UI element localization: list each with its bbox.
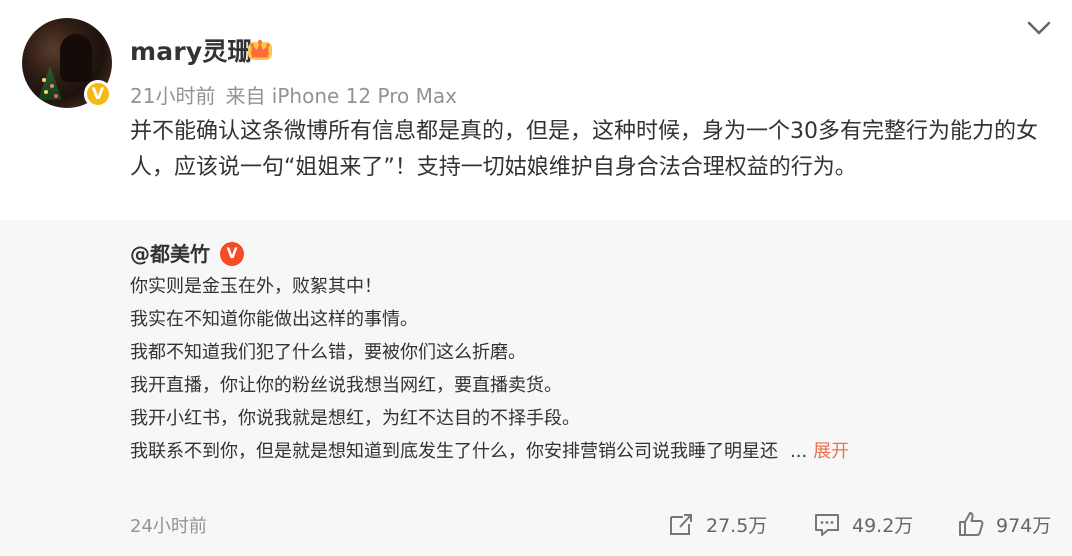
post-meta: 21小时前 来自 iPhone 12 Pro Max (130, 80, 467, 109)
repost-line-last: 我联系不到你，但是就是想知道到底发生了什么，你安排营销公司说我睡了明星还... 展… (130, 435, 1030, 468)
repost-time[interactable]: 24小时前 (130, 512, 207, 538)
post-source: 来自 iPhone 12 Pro Max (225, 84, 457, 108)
repost-line: 我都不知道我们犯了什么错，要被你们这么折磨。 (130, 342, 526, 363)
comment-count: 49.2万 (852, 514, 914, 537)
reposted-card: @都美竹 V 你实则是金玉在外，败絮其中！ 我实在不知道你能做出这样的事情。 我… (0, 220, 1072, 556)
like-button[interactable]: 974万 (956, 506, 1051, 542)
repost-footer: 24小时前 27.5万 49.2万 974万 (0, 506, 1072, 546)
ellipsis: ... (790, 441, 808, 462)
post-time[interactable]: 21小时前 (130, 84, 215, 108)
avatar-figure (60, 34, 92, 82)
repost-line: 你实则是金玉在外，败絮其中！ (130, 276, 382, 297)
repost-verified-icon: V (220, 242, 244, 266)
repost-line-text: 我联系不到你，但是就是想知道到底发生了什么，你安排营销公司说我睡了明星还 (130, 441, 778, 462)
post-text: 并不能确认这条微博所有信息都是真的，但是，这种时候，身为一个30多有完整行为能力… (130, 119, 1038, 180)
comment-button[interactable]: 49.2万 (812, 506, 913, 542)
repost-count: 27.5万 (706, 514, 768, 537)
comment-icon (815, 514, 839, 536)
thumbs-up-icon (959, 512, 984, 536)
like-count: 974万 (996, 514, 1052, 537)
repost-line: 我开小红书，你说我就是想红，为红不达目的不择手段。 (130, 408, 580, 429)
post-header: V mary灵珊 21小时前 来自 iPhone 12 Pro Max 并不能确认… (0, 0, 1072, 220)
repost-icon (670, 514, 692, 535)
chevron-down-icon[interactable] (1025, 18, 1053, 38)
repost-author[interactable]: @都美竹 (130, 238, 210, 267)
author-name[interactable]: mary灵珊 (130, 32, 253, 68)
repost-line: 我实在不知道你能做出这样的事情。 (130, 309, 418, 330)
expand-link[interactable]: 展开 (813, 441, 849, 462)
repost-text: 你实则是金玉在外，败絮其中！ 我实在不知道你能做出这样的事情。 我都不知道我们犯… (130, 270, 1030, 468)
verified-badge-icon: V (84, 80, 112, 108)
avatar-christmas-tree (38, 66, 62, 100)
avatar-lights (42, 78, 46, 82)
repost-line: 我开直播，你让你的粉丝说我想当网红，要直播卖货。 (130, 375, 562, 396)
repost-button[interactable]: 27.5万 (666, 506, 767, 542)
crown-icon (248, 40, 272, 60)
